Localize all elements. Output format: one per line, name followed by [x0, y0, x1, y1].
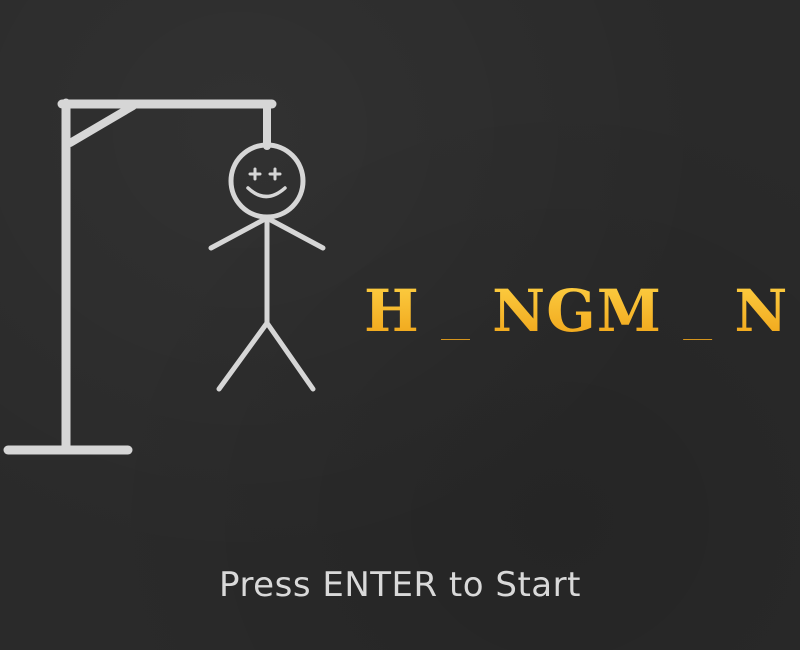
figure-left-arm: [208, 215, 270, 251]
title-screen: H _ NGM _ N Press ENTER to Start: [0, 0, 800, 650]
figure-left-leg: [216, 320, 270, 392]
stick-figure: [208, 142, 326, 392]
start-prompt: Press ENTER to Start: [219, 565, 581, 605]
figure-head: [228, 142, 306, 220]
figure-smile: [246, 186, 287, 199]
game-title: H _ NGM _ N: [364, 270, 788, 340]
figure-eyes: [248, 167, 282, 181]
figure-right-arm: [264, 215, 326, 251]
figure-right-leg: [264, 320, 316, 392]
gallows-brace: [66, 102, 137, 147]
gallows: [3, 98, 277, 455]
